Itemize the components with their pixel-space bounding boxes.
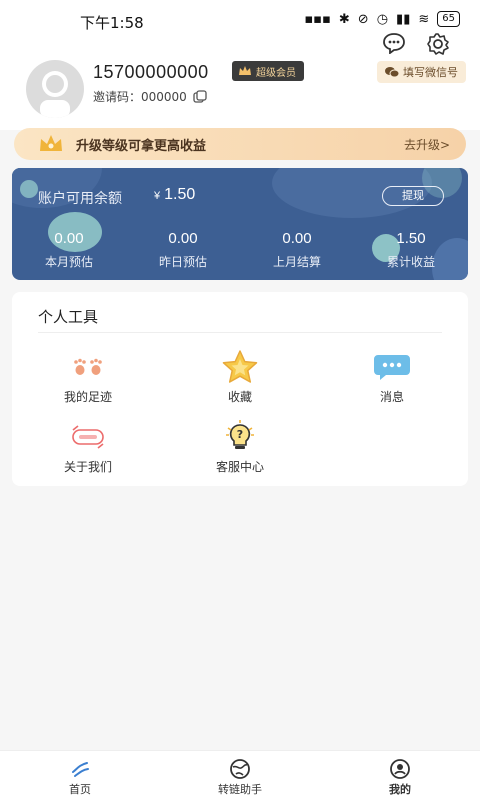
- upgrade-banner[interactable]: 升级等级可拿更高收益 去升级>: [14, 128, 466, 160]
- tool-label: 收藏: [227, 390, 252, 404]
- tab-label: 首页: [69, 783, 91, 796]
- tool-messages[interactable]: 消息: [332, 348, 452, 405]
- earnings-stats: 0.00 本月预估 0.00 昨日预估 0.00 上月结算 1.50 累计收益: [12, 230, 468, 270]
- invite-code-label: 邀请码：000000: [93, 90, 187, 104]
- tab-home[interactable]: 首页: [0, 751, 160, 800]
- chat-bubble-icon: [374, 355, 410, 380]
- crown-icon: [40, 135, 62, 151]
- wechat-button[interactable]: 填写微信号: [377, 61, 466, 83]
- tab-label: 我的: [389, 783, 411, 796]
- personal-tools-card: 个人工具 我的足迹 收藏 消息 关于我们 ? 客服中心: [12, 292, 468, 486]
- top-icons: [382, 32, 450, 56]
- stat-value: 0.00: [54, 230, 84, 247]
- stat-value: 0.00: [168, 230, 198, 247]
- footprint-icon: [74, 358, 102, 375]
- globe-icon: [230, 759, 250, 779]
- tool-about[interactable]: 关于我们: [28, 418, 148, 475]
- decor-blob: [20, 180, 38, 198]
- tab-link-assistant[interactable]: 转链助手: [160, 751, 320, 800]
- invite-code: 邀请码：000000: [93, 88, 207, 105]
- status-icons: ▪▪▪ ✱ ⊘ ◷ ▮▮ ≋ 65: [304, 11, 460, 27]
- user-icon: [390, 759, 410, 779]
- balance-label: 账户可用余额: [38, 191, 122, 207]
- wechat-icon: [385, 67, 399, 78]
- signal-icon: ▪▪▪: [304, 11, 331, 27]
- tool-label: 消息: [379, 390, 404, 404]
- phone-number: 15700000000: [93, 62, 209, 82]
- upgrade-banner-text: 升级等级可拿更高收益: [76, 138, 207, 154]
- tools-title: 个人工具: [38, 308, 99, 326]
- cell-signal-icon: ▮▮: [396, 11, 411, 27]
- tool-footprint[interactable]: 我的足迹: [28, 348, 148, 405]
- vip-badge-label: 超级会员: [256, 67, 296, 79]
- stat-label: 本月预估: [44, 255, 93, 269]
- tool-label: 客服中心: [215, 460, 264, 474]
- stat-this-month[interactable]: 0.00 本月预估: [12, 230, 126, 270]
- tab-label: 转链助手: [218, 783, 262, 796]
- stat-total[interactable]: 1.50 累计收益: [354, 230, 468, 270]
- wifi-icon: ≋: [418, 11, 430, 27]
- wechat-button-label: 填写微信号: [403, 66, 458, 79]
- stat-label: 累计收益: [386, 255, 435, 269]
- bottom-tab-bar: 首页 转链助手 我的: [0, 750, 480, 800]
- stat-label: 上月结算: [272, 255, 321, 269]
- svg-text:?: ?: [237, 428, 243, 441]
- about-icon: [72, 425, 104, 449]
- balance-card: 账户可用余额 ¥1.50 提现 0.00 本月预估 0.00 昨日预估 0.00…: [12, 168, 468, 280]
- tool-label: 我的足迹: [63, 390, 112, 404]
- currency-symbol: ¥: [154, 190, 161, 202]
- avatar[interactable]: [26, 60, 84, 118]
- lightbulb-help-icon: ?: [226, 420, 254, 449]
- copy-icon[interactable]: [193, 89, 207, 104]
- mute-icon: ⊘: [357, 11, 369, 27]
- stat-value: 0.00: [282, 230, 312, 247]
- crown-icon: [239, 66, 251, 75]
- star-icon: [222, 350, 258, 383]
- message-icon[interactable]: [382, 32, 406, 54]
- tab-mine[interactable]: 我的: [320, 751, 480, 800]
- tool-customer-service[interactable]: ? 客服中心: [180, 418, 300, 475]
- stat-label: 昨日预估: [158, 255, 207, 269]
- avatar-placeholder-icon: [40, 71, 70, 118]
- vip-badge: 超级会员: [232, 61, 304, 81]
- alarm-icon: ◷: [376, 11, 389, 27]
- battery-indicator: 65: [437, 11, 460, 27]
- status-time: 下午1:58: [80, 14, 144, 32]
- tool-favorites[interactable]: 收藏: [180, 348, 300, 405]
- tool-label: 关于我们: [63, 460, 112, 474]
- bluetooth-icon: ✱: [338, 11, 350, 27]
- home-icon: [72, 762, 89, 777]
- balance-amount-value: 1.50: [164, 186, 196, 203]
- stat-value: 1.50: [396, 230, 426, 247]
- stat-last-month[interactable]: 0.00 上月结算: [240, 230, 354, 270]
- upgrade-link[interactable]: 去升级>: [404, 136, 450, 153]
- balance-amount: ¥1.50: [154, 186, 195, 204]
- withdraw-button[interactable]: 提现: [382, 186, 444, 206]
- gear-icon[interactable]: [426, 32, 450, 56]
- stat-yesterday[interactable]: 0.00 昨日预估: [126, 230, 240, 270]
- divider: [38, 332, 442, 333]
